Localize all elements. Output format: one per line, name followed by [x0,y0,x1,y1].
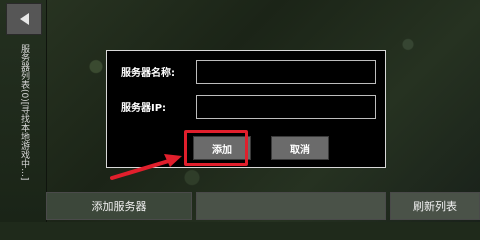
server-list-title: 服务器列表(0)[寻找本地游戏中...] [19,44,29,181]
back-button[interactable] [6,3,42,35]
server-name-label: 服务器名称: [121,68,175,79]
back-arrow-icon [19,13,29,25]
add-button-highlight [184,130,248,166]
left-panel: 服务器列表(0)[寻找本地游戏中...] [0,0,47,222]
server-name-input[interactable] [196,60,376,84]
server-ip-input[interactable] [196,95,376,119]
middle-button[interactable] [196,192,386,220]
refresh-list-button[interactable]: 刷新列表 [390,192,480,220]
cancel-button[interactable]: 取消 [271,136,329,160]
add-server-button[interactable]: 添加服务器 [46,192,192,220]
server-ip-label: 服务器IP: [121,103,167,114]
